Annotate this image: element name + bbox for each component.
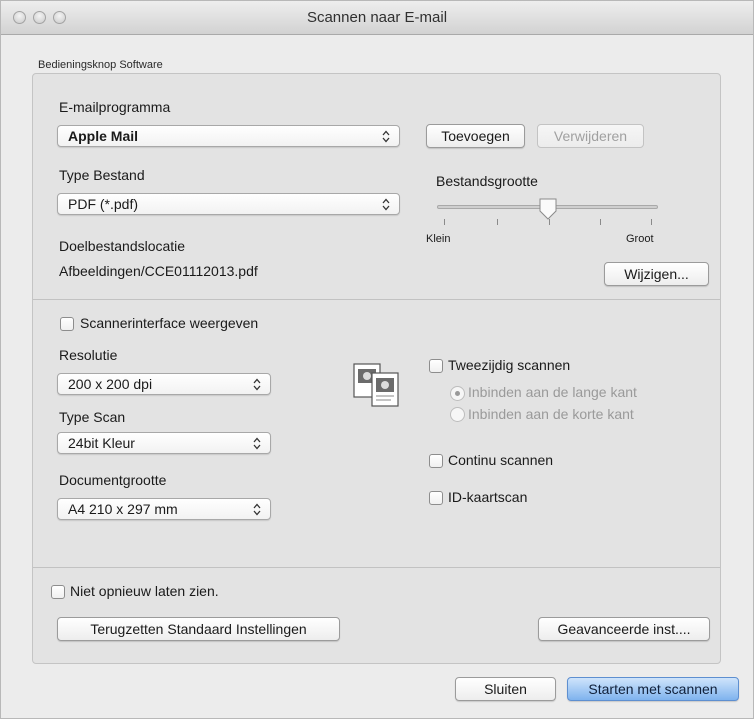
scanner-interface-checkbox[interactable] xyxy=(60,317,74,331)
scanner-interface-label: Scannerinterface weergeven xyxy=(80,315,259,331)
resolution-label: Resolutie xyxy=(59,347,118,363)
destination-label: Doelbestandslocatie xyxy=(59,238,186,254)
change-destination-button[interactable]: Wijzigen... xyxy=(604,262,709,286)
continuous-scan-label: Continu scannen xyxy=(448,452,554,468)
long-edge-label: Inbinden aan de lange kant xyxy=(468,384,637,400)
window-title: Scannen naar E-mail xyxy=(306,9,448,26)
scan-type-popup[interactable]: 24bit Kleur xyxy=(57,432,271,454)
scan-type-value: 24bit Kleur xyxy=(68,435,135,451)
title-bar[interactable]: Scannen naar E-mail xyxy=(1,1,753,35)
updown-chevrons-icon xyxy=(253,503,261,516)
remove-email-program-button[interactable]: Verwijderen xyxy=(537,124,644,148)
group-legend: Bedieningsknop Software xyxy=(38,59,163,71)
document-size-label: Documentgrootte xyxy=(59,472,167,488)
email-program-popup[interactable]: Apple Mail xyxy=(57,125,400,147)
slider-min-label: Klein xyxy=(426,233,451,245)
slider-max-label: Groot xyxy=(626,233,654,245)
short-edge-radio[interactable] xyxy=(450,407,465,422)
start-scan-button[interactable]: Starten met scannen xyxy=(567,677,739,701)
advanced-settings-button[interactable]: Geavanceerde inst.... xyxy=(538,617,710,641)
id-card-scan-label: ID-kaartscan xyxy=(448,489,528,505)
continuous-scan-checkbox[interactable] xyxy=(429,454,443,468)
file-type-value: PDF (*.pdf) xyxy=(68,196,139,212)
updown-chevrons-icon xyxy=(253,437,261,450)
updown-chevrons-icon xyxy=(253,378,261,391)
slider-tick xyxy=(600,219,601,225)
slider-tick xyxy=(444,219,445,225)
scan-type-label: Type Scan xyxy=(59,409,126,425)
duplex-pages-icon xyxy=(353,363,399,407)
email-program-label: E-mailprogramma xyxy=(59,99,171,115)
resolution-value: 200 x 200 dpi xyxy=(68,376,153,392)
destination-path: Afbeeldingen/CCE01112013.pdf xyxy=(59,263,258,279)
close-button[interactable]: Sluiten xyxy=(455,677,556,701)
section-divider xyxy=(33,299,720,300)
file-size-slider-thumb[interactable] xyxy=(538,197,558,221)
duplex-label: Tweezijdig scannen xyxy=(448,357,571,373)
add-email-program-button[interactable]: Toevoegen xyxy=(426,124,525,148)
dont-show-again-label: Niet opnieuw laten zien. xyxy=(70,583,219,599)
slider-tick xyxy=(651,219,652,225)
scan-to-email-window: Scannen naar E-mail Bedieningsknop Softw… xyxy=(0,0,754,719)
file-type-popup[interactable]: PDF (*.pdf) xyxy=(57,193,400,215)
updown-chevrons-icon xyxy=(382,130,390,143)
dont-show-again-checkbox[interactable] xyxy=(51,585,65,599)
reset-defaults-button[interactable]: Terugzetten Standaard Instellingen xyxy=(57,617,340,641)
resolution-popup[interactable]: 200 x 200 dpi xyxy=(57,373,271,395)
section-divider xyxy=(33,567,720,568)
email-program-value: Apple Mail xyxy=(68,128,139,144)
duplex-checkbox[interactable] xyxy=(429,359,443,373)
id-card-scan-checkbox[interactable] xyxy=(429,491,443,505)
file-type-label: Type Bestand xyxy=(59,167,145,183)
file-size-label: Bestandsgrootte xyxy=(436,173,538,189)
document-size-value: A4 210 x 297 mm xyxy=(68,501,178,517)
document-size-popup[interactable]: A4 210 x 297 mm xyxy=(57,498,271,520)
long-edge-radio[interactable] xyxy=(450,386,465,401)
short-edge-label: Inbinden aan de korte kant xyxy=(468,406,634,422)
updown-chevrons-icon xyxy=(382,198,390,211)
slider-tick xyxy=(497,219,498,225)
